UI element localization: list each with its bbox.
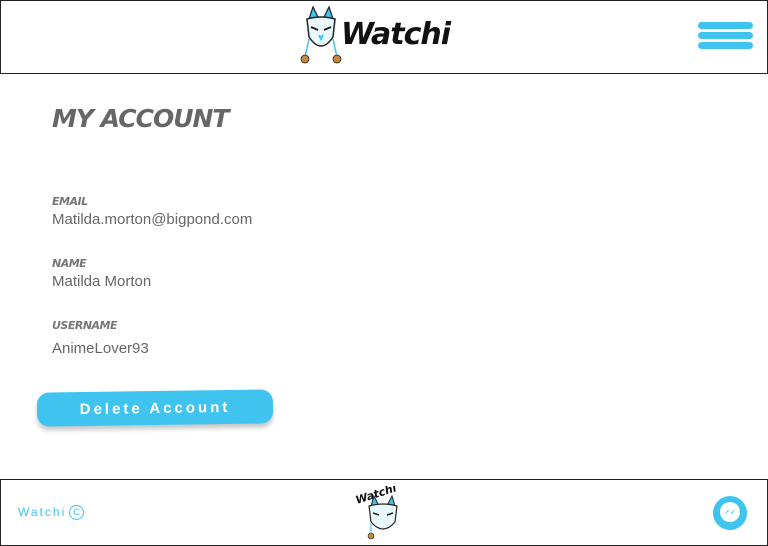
copyright-icon: C bbox=[69, 505, 85, 521]
footer-brand-text: Watchi bbox=[18, 505, 67, 519]
email-value: Matilda.morton@bigpond.com bbox=[52, 211, 253, 228]
brand-wordmark: Watchi bbox=[341, 17, 451, 52]
name-label: Name bbox=[52, 257, 87, 270]
site-header: Watchi bbox=[0, 0, 768, 74]
email-label: Email bbox=[52, 195, 88, 208]
hamburger-menu-icon[interactable] bbox=[698, 22, 753, 50]
site-footer: Watchi C Watchi bbox=[0, 479, 768, 546]
footer-logo[interactable]: Watchi bbox=[353, 481, 413, 542]
username-value: AnimeLover93 bbox=[52, 340, 149, 357]
name-value: Matilda Morton bbox=[52, 273, 152, 290]
fox-mask-icon: Watchi bbox=[354, 481, 398, 540]
messenger-icon[interactable] bbox=[713, 496, 747, 530]
username-label: Username bbox=[52, 319, 118, 332]
delete-account-button[interactable]: Delete Account bbox=[36, 389, 274, 427]
page-title: My Account bbox=[52, 104, 229, 133]
footer-brand: Watchi C bbox=[18, 505, 85, 521]
watchi-logo[interactable]: Watchi bbox=[299, 5, 451, 69]
